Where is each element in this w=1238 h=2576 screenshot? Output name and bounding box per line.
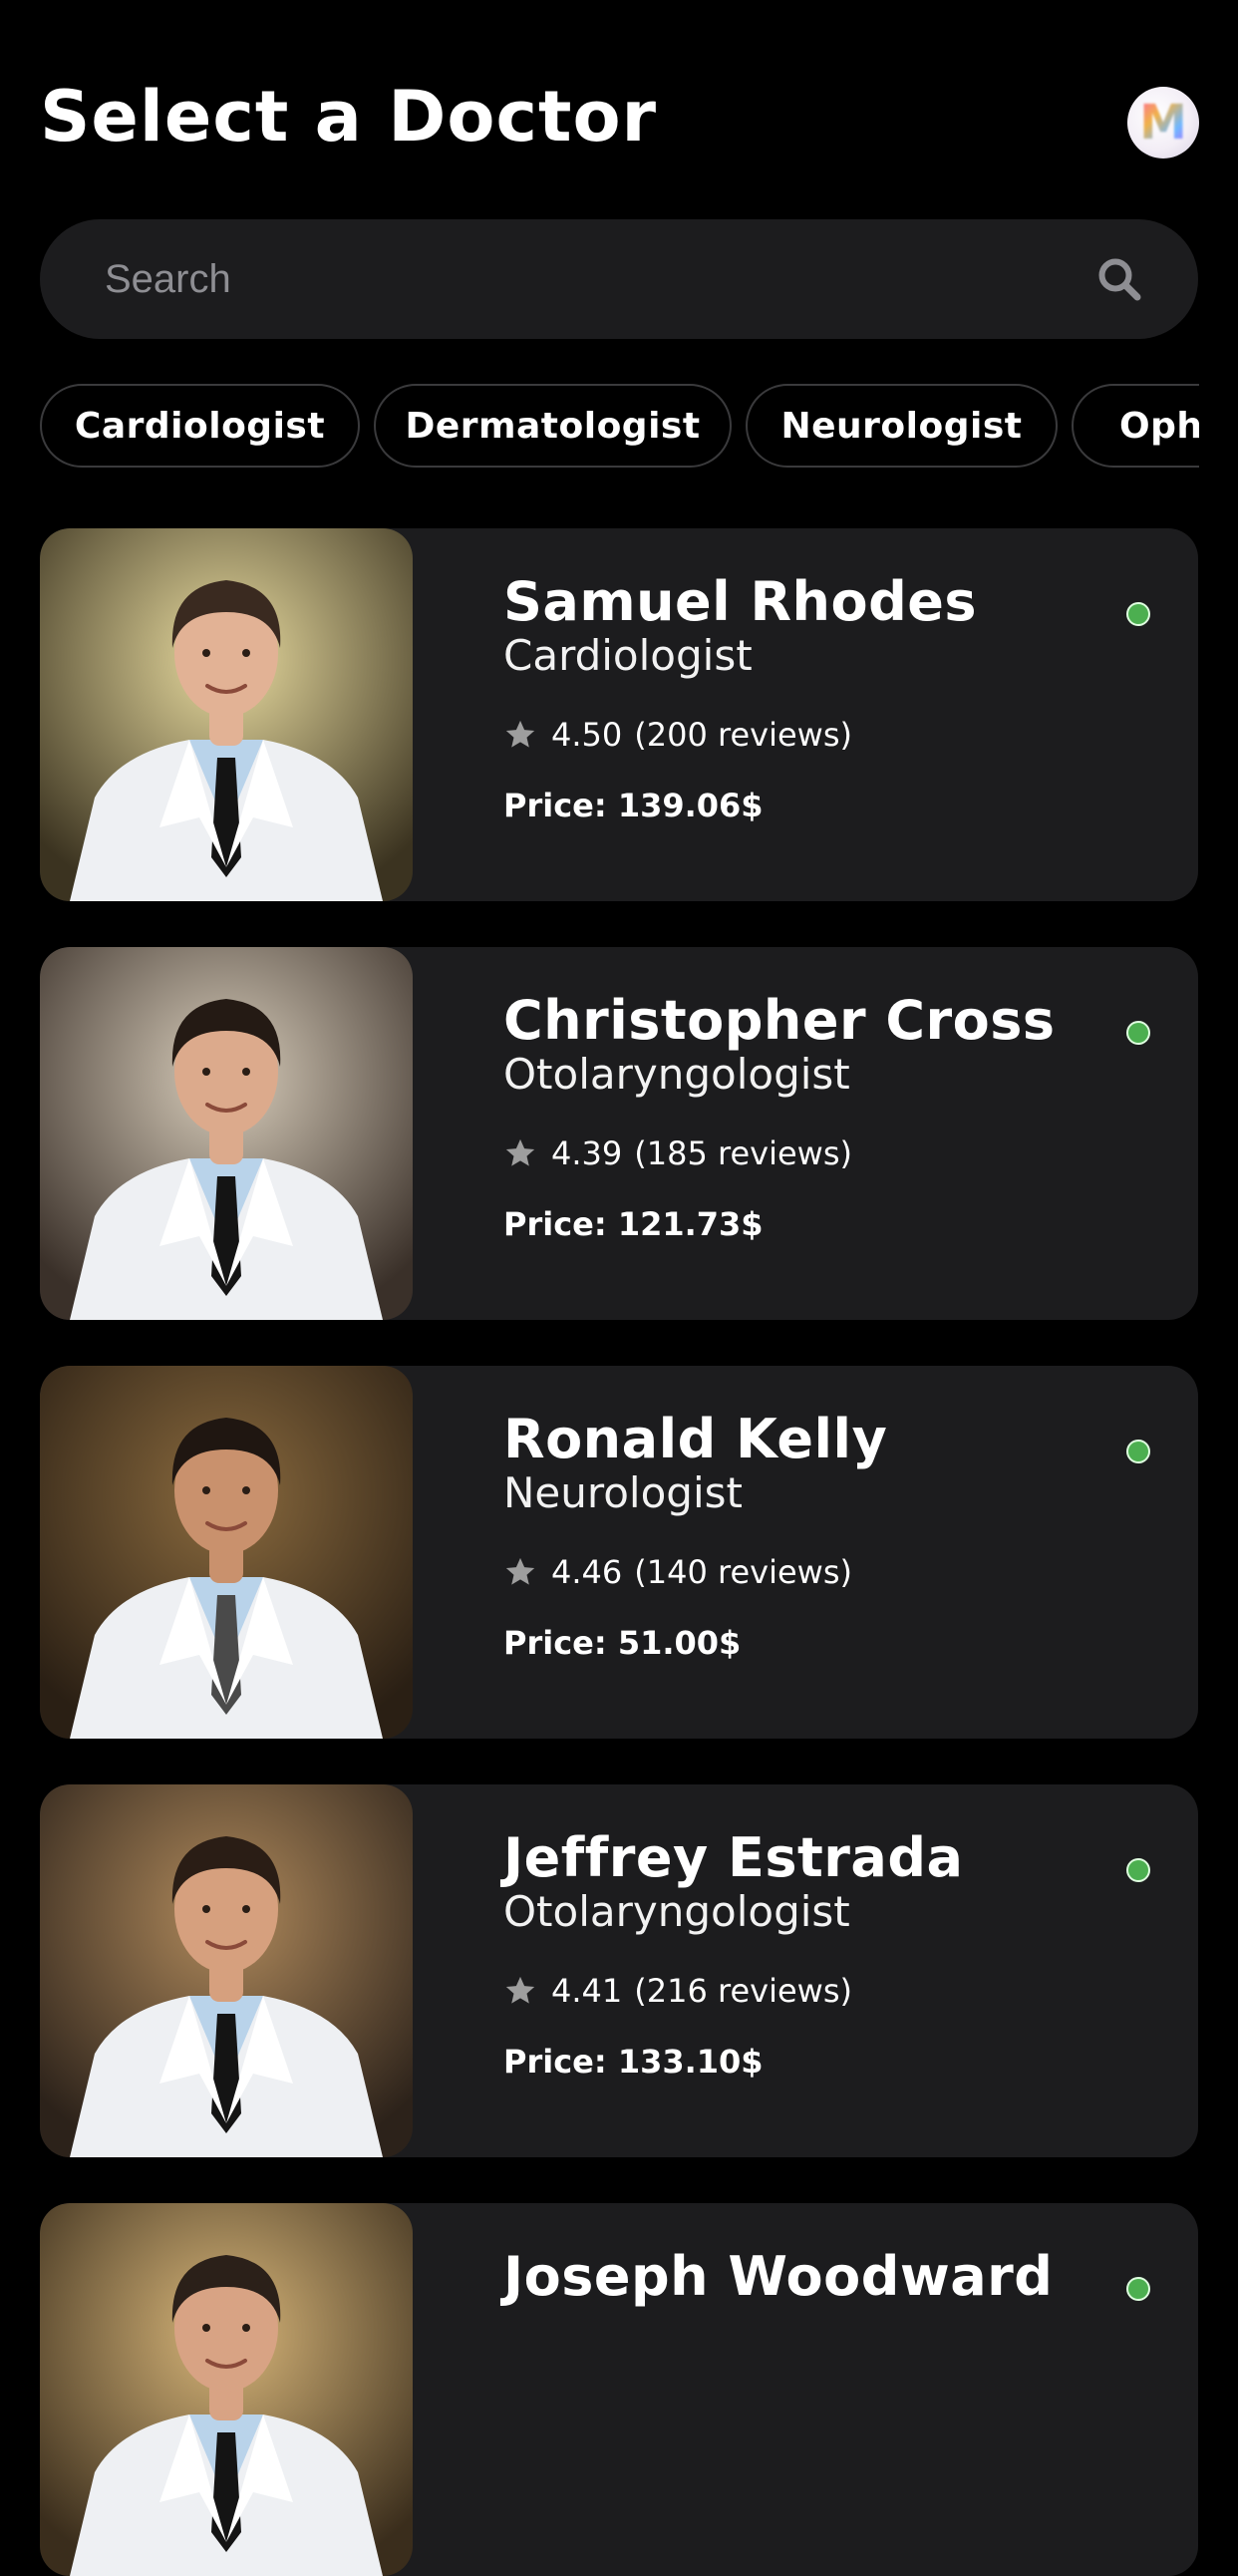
online-status-dot [1128,604,1148,624]
doctor-name: Christopher Cross [503,989,1056,1052]
doctor-rating: 4.41 (216 reviews) [503,1969,852,2013]
rating-value: 4.50 [551,716,623,754]
page-title: Select a Doctor [40,76,658,158]
doctor-price: Price: 51.00$ [503,1624,742,1662]
filter-chip-dermatologist[interactable]: Dermatologist [374,384,732,468]
rating-reviews: (140 reviews) [634,1553,852,1591]
filter-chip-cardiologist[interactable]: Cardiologist [40,384,360,468]
star-icon [505,720,535,748]
doctor-name: Ronald Kelly [503,1408,888,1470]
doctor-price: Price: 133.10$ [503,2043,764,2081]
avatar[interactable]: M [1127,87,1199,159]
search-input[interactable] [103,255,1096,303]
rating-reviews: (200 reviews) [634,716,852,754]
doctor-photo [40,947,413,1320]
rating-reviews: (185 reviews) [634,1134,852,1172]
star-icon [505,1138,535,1166]
doctor-card[interactable]: Samuel Rhodes Cardiologist 4.50 (200 rev… [40,528,1198,901]
doctor-rating: 4.39 (185 reviews) [503,1131,852,1175]
doctor-rating: 4.46 (140 reviews) [503,1550,852,1594]
doctor-photo [40,1366,413,1739]
doctor-specialty: Otolaryngologist [503,1887,850,1936]
doctor-card[interactable]: Christopher Cross Otolaryngologist 4.39 … [40,947,1198,1320]
online-status-dot [1128,1023,1148,1043]
doctor-name: Joseph Woodward [503,2245,1054,2308]
doctor-price: Price: 121.73$ [503,1205,764,1243]
doctor-card[interactable]: Jeffrey Estrada Otolaryngologist 4.41 (2… [40,1784,1198,2157]
doctor-name: Jeffrey Estrada [503,1826,964,1889]
rating-value: 4.39 [551,1134,623,1172]
filter-chip-ophthalmologist[interactable]: Oph [1072,384,1199,468]
doctor-price: Price: 139.06$ [503,787,764,824]
doctor-specialty: Neurologist [503,1468,743,1517]
doctor-specialty: Cardiologist [503,631,753,680]
star-icon [505,1557,535,1585]
search-icon[interactable] [1096,256,1142,302]
doctor-card[interactable]: Ronald Kelly Neurologist 4.46 (140 revie… [40,1366,1198,1739]
filter-chip-neurologist[interactable]: Neurologist [746,384,1058,468]
avatar-letter: M [1139,95,1187,151]
online-status-dot [1128,2279,1148,2299]
search-bar[interactable] [40,219,1198,339]
online-status-dot [1128,1860,1148,1880]
doctor-specialty: Otolaryngologist [503,1050,850,1099]
star-icon [505,1976,535,2004]
online-status-dot [1128,1442,1148,1461]
doctor-photo [40,1784,413,2157]
doctor-rating: 4.50 (200 reviews) [503,713,852,757]
doctor-card[interactable]: Joseph Woodward [40,2203,1198,2576]
doctor-name: Samuel Rhodes [503,570,978,633]
rating-reviews: (216 reviews) [634,1972,852,2010]
doctor-photo [40,2203,413,2576]
doctor-photo [40,528,413,901]
rating-value: 4.41 [551,1972,623,2010]
rating-value: 4.46 [551,1553,623,1591]
specialty-filter-bar: Cardiologist Dermatologist Neurologist Oph [40,384,1199,468]
